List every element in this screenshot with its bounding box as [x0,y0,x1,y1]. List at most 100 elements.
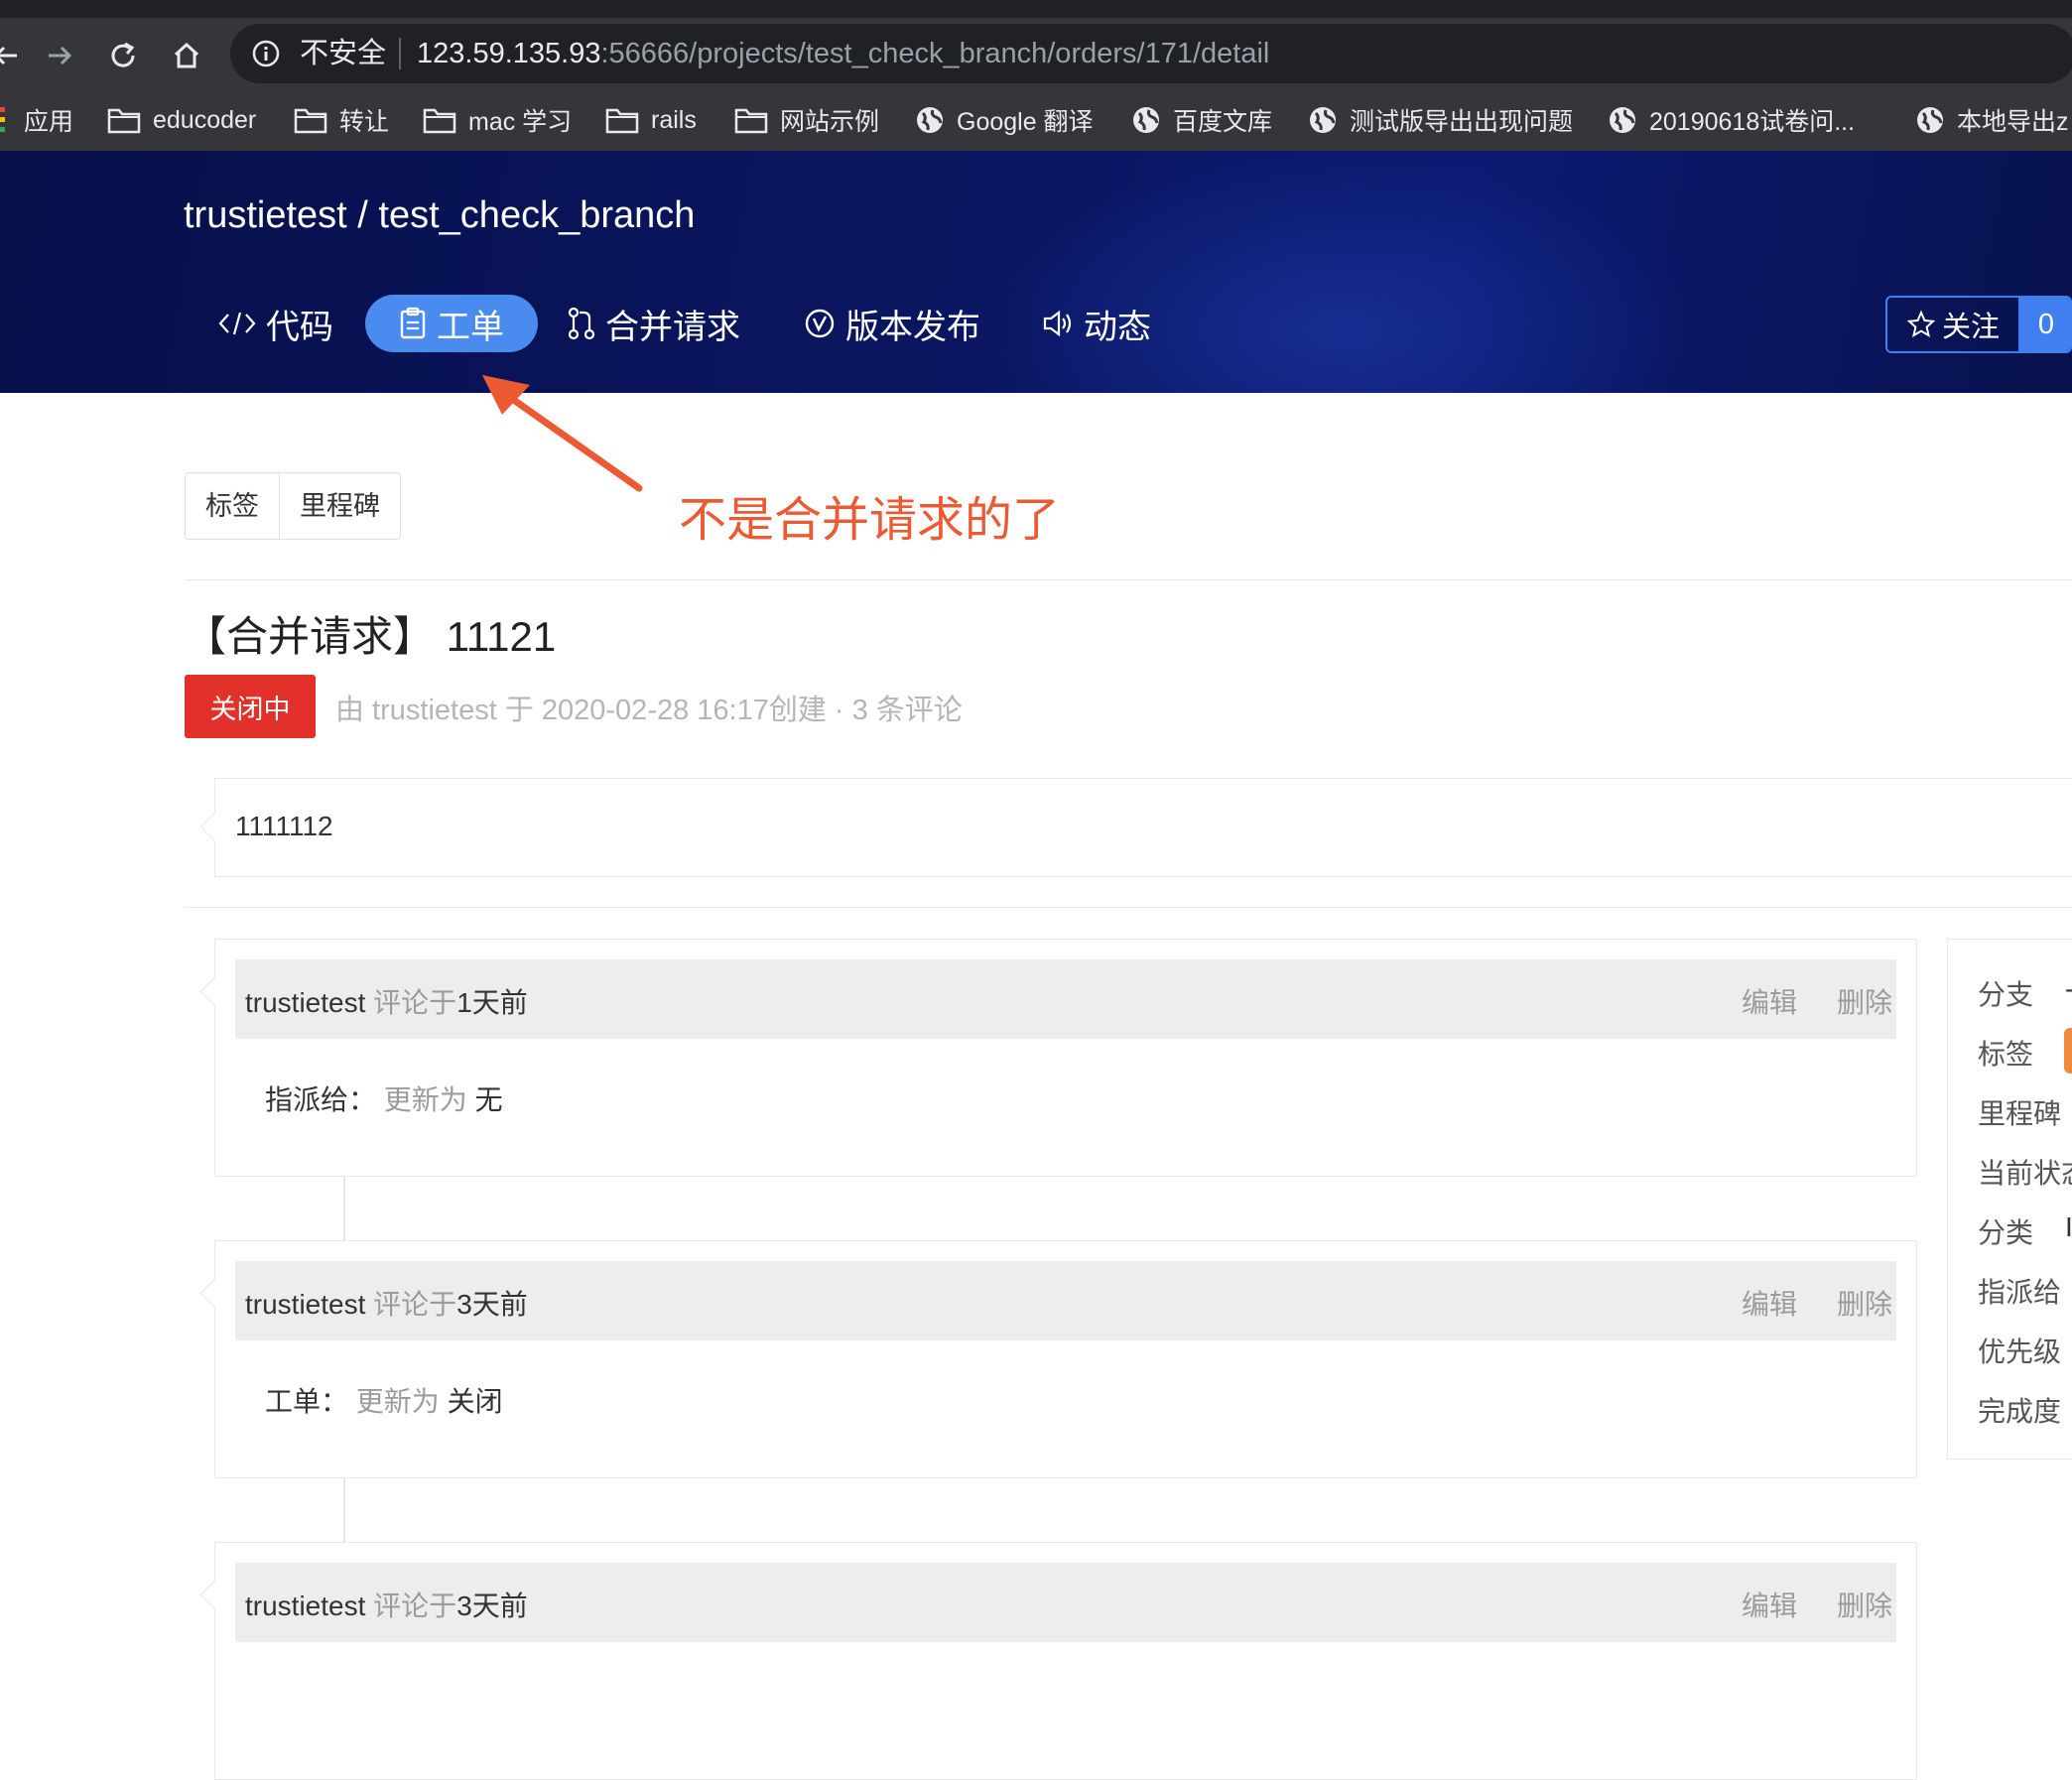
folder-icon [605,108,639,134]
reload-icon [111,42,135,67]
comment-byline: trustietest 评论于3天前 [245,1585,528,1624]
comment-author[interactable]: trustietest [245,1289,365,1320]
globe-icon [1310,107,1336,133]
home-icon [174,42,199,68]
comment-body: 指派给： 更新为 无 [265,1079,503,1118]
document-icon [400,307,426,339]
attr-branch-value[interactable]: - [2065,973,2072,1005]
label-tag[interactable] [2064,1028,2072,1074]
info-icon[interactable] [250,38,282,69]
address-separator [399,38,401,69]
bookmark-apps[interactable]: 应用 [0,89,73,151]
bookmark-export-issue[interactable]: 测试版导出出现问题 [1308,89,1573,151]
attr-progress-label: 完成度 [1978,1396,2062,1427]
description-text: 1111112 [235,811,333,841]
edit-button[interactable]: 编辑 [1742,1585,1797,1624]
comment-header: trustietest 评论于3天前 编辑 删除 [235,1563,1896,1642]
breadcrumb-separator: / [357,194,368,236]
comment-author[interactable]: trustietest [245,987,365,1018]
tab-merge-requests[interactable]: 合并请求 [568,295,740,352]
bookmark-rails[interactable]: rails [605,89,697,151]
order-meta: 由 trustietest 于 2020-02-28 16:17创建 · 3 条… [335,695,963,726]
globe-icon [1610,107,1635,133]
tab-releases[interactable]: 版本发布 [804,295,980,352]
folder-icon [294,108,327,134]
bookmark-exam-question[interactable]: 20190618试卷问... [1608,89,1855,151]
annotation-arrow [482,375,643,492]
home-button[interactable] [167,36,206,75]
forward-arrow-icon [49,46,72,65]
delete-button[interactable]: 删除 [1837,1283,1892,1323]
back-button[interactable] [0,36,26,75]
comment-body: 工单： 更新为 关闭 [265,1380,503,1420]
star-icon [1906,310,1936,338]
filter-button-group: 标签 里程碑 [185,472,401,540]
bubble-pointer [199,1278,230,1309]
tab-orders[interactable]: 工单 [365,295,538,352]
globe-icon [1917,107,1943,133]
folder-icon [734,108,768,134]
comment-header: trustietest 评论于1天前 编辑 删除 [235,959,1896,1039]
bubble-pointer [199,1580,230,1610]
comment-header: trustietest 评论于3天前 编辑 删除 [235,1261,1896,1340]
annotation-note: 不是合并请求的了 [679,494,1061,547]
tab-activity[interactable]: 动态 [1042,295,1151,352]
edit-button[interactable]: 编辑 [1742,1283,1797,1323]
bookmarks-bar: 应用 educoder 转让 mac 学习 rails 网站示例 Google … [0,89,2072,152]
order-attributes-panel: 分支 标签 里程碑 当前状态 分类 指派给 优先级 完成度 - I [1947,939,2072,1460]
comment-card: trustietest 评论于3天前 编辑 删除 工单： 更新为 关闭 [199,1240,1917,1478]
order-title: 【合并请求】 11121 [185,613,557,660]
code-icon [218,312,256,335]
tab-code[interactable]: 代码 [218,295,333,352]
comment-time: 3天前 [456,1590,528,1621]
change-field: 工单： [265,1386,349,1417]
edit-button[interactable]: 编辑 [1742,981,1797,1021]
comment-action: 评论于 [373,987,457,1018]
delete-button[interactable]: 删除 [1837,981,1892,1021]
forward-button[interactable] [40,36,79,75]
bookmark-local-export[interactable]: 本地导出z [1915,89,2069,151]
security-label: 不安全 [300,38,387,69]
reload-button[interactable] [103,36,143,75]
attr-priority-label: 优先级 [1978,1336,2062,1367]
order-description: 1111112 [199,778,2072,877]
comment-byline: trustietest 评论于3天前 [245,1283,528,1323]
bookmark-site-examples[interactable]: 网站示例 [734,89,879,151]
address-bar[interactable]: 不安全 123.59.135.93:56666/projects/test_ch… [230,24,2072,83]
comment-author[interactable]: trustietest [245,1590,365,1621]
project-breadcrumb: trustietest / test_check_branch [184,194,695,237]
watch-widget: 关注 0 [1885,296,2072,353]
bookmark-baidu-wenku[interactable]: 百度文库 [1131,89,1272,151]
browser-toolbar: 不安全 123.59.135.93:56666/projects/test_ch… [0,18,2072,89]
project-header: trustietest / test_check_branch 代码 工单 合并… [0,151,2072,393]
merge-icon [568,307,595,340]
attr-branch-label: 分支 [1978,979,2034,1010]
watch-button[interactable]: 关注 [1887,298,2018,351]
comment-action: 评论于 [373,1590,457,1621]
change-field: 指派给： [265,1084,377,1115]
bookmark-transfer[interactable]: 转让 [294,89,389,151]
project-owner-link[interactable]: trustietest [184,194,347,236]
attr-category-value[interactable]: I [2065,1211,2072,1243]
change-value: 无 [474,1084,503,1115]
comment-time: 1天前 [456,987,528,1018]
milestones-button[interactable]: 里程碑 [279,473,400,539]
attr-category-label: 分类 [1978,1217,2034,1248]
watch-count[interactable]: 0 [2018,298,2070,351]
apps-icon [0,107,5,132]
delete-button[interactable]: 删除 [1837,1585,1892,1624]
bookmark-mac-study[interactable]: mac 学习 [423,89,572,151]
url-text[interactable]: 123.59.135.93:56666/projects/test_check_… [417,34,1269,73]
check-circle-icon [805,309,835,338]
change-verb: 更新为 [355,1386,440,1417]
divider [185,907,2072,908]
change-verb: 更新为 [383,1084,467,1115]
project-name-link[interactable]: test_check_branch [378,194,695,236]
bookmark-google-translate[interactable]: Google 翻译 [915,89,1094,151]
speaker-icon [1043,310,1072,337]
comment-card: trustietest 评论于1天前 编辑 删除 指派给： 更新为 无 [199,939,1917,1177]
bookmark-educoder[interactable]: educoder [107,89,256,151]
divider [185,579,2072,580]
labels-button[interactable]: 标签 [186,473,279,539]
folder-icon [423,108,456,134]
